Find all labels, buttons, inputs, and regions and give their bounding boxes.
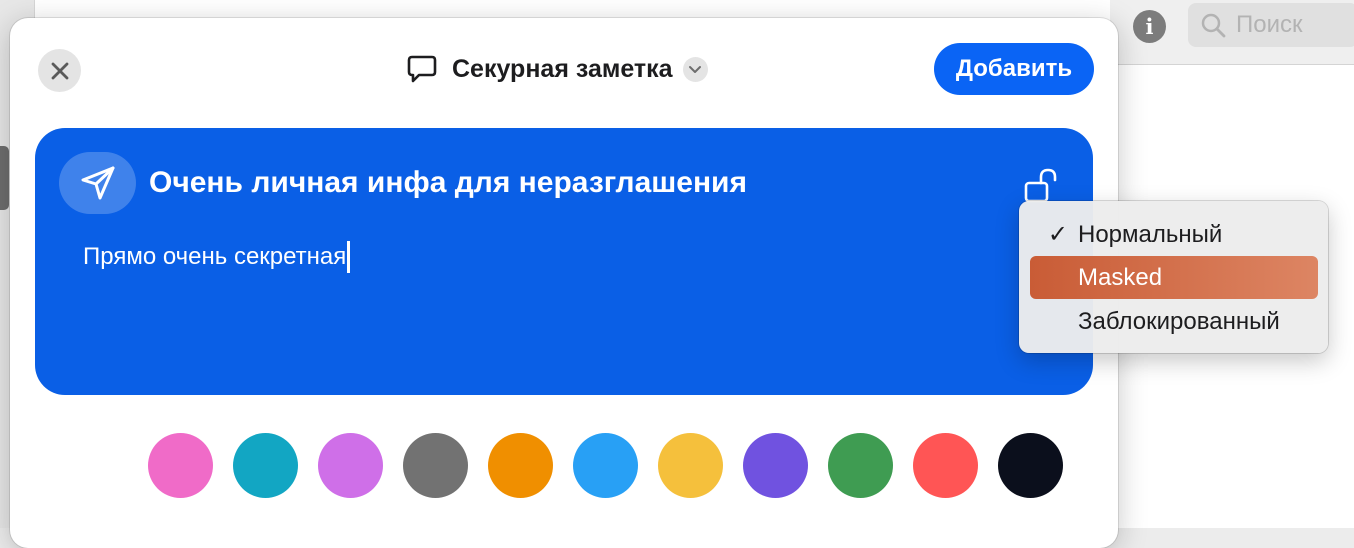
color-swatch-red[interactable] [913,433,978,498]
lock-open-icon[interactable] [1021,166,1061,206]
chevron-down-icon[interactable] [682,56,708,82]
lock-mode-menu: ✓ Нормальный Masked Заблокированный [1019,201,1328,353]
close-button[interactable] [38,49,81,92]
color-swatch-orange[interactable] [488,433,553,498]
color-swatch-teal[interactable] [233,433,298,498]
menu-item-normal[interactable]: ✓ Нормальный [1030,213,1318,256]
color-swatch-purple[interactable] [743,433,808,498]
color-swatch-sky-blue[interactable] [573,433,638,498]
color-swatch-gray[interactable] [403,433,468,498]
menu-item-label: Masked [1078,263,1163,291]
color-swatch-yellow[interactable] [658,433,723,498]
text-cursor [347,241,351,273]
note-body-input[interactable]: Прямо очень секретная [83,241,351,273]
checkmark-icon: ✓ [1047,221,1068,248]
color-swatch-pink[interactable] [148,433,213,498]
menu-item-locked[interactable]: Заблокированный [1030,300,1318,343]
close-icon [51,62,68,79]
background-scroll-handle[interactable] [0,146,9,210]
note-type-selector[interactable]: Секурная заметка [406,49,708,89]
color-swatch-orchid[interactable] [318,433,383,498]
color-swatch-green[interactable] [828,433,893,498]
note-card: Очень личная инфа для неразглашения Прям… [35,128,1093,395]
speech-bubble-icon [407,55,437,83]
search-placeholder: Поиск [1236,11,1303,38]
note-body-text: Прямо очень секретная [83,243,347,270]
sheet-title: Секурная заметка [452,54,673,83]
menu-item-label: Нормальный [1078,220,1223,248]
paper-plane-icon[interactable] [59,152,136,214]
note-title[interactable]: Очень личная инфа для неразглашения [149,166,747,200]
color-swatch-black[interactable] [998,433,1063,498]
search-icon [1201,13,1226,38]
add-button[interactable]: Добавить [934,43,1094,95]
new-note-sheet: Секурная заметка Добавить Очень личная и… [10,18,1118,548]
menu-item-masked[interactable]: Masked [1030,256,1318,299]
menu-item-label: Заблокированный [1078,307,1280,335]
info-circle-icon[interactable]: i [1133,10,1166,43]
search-field[interactable]: Поиск [1188,3,1354,47]
